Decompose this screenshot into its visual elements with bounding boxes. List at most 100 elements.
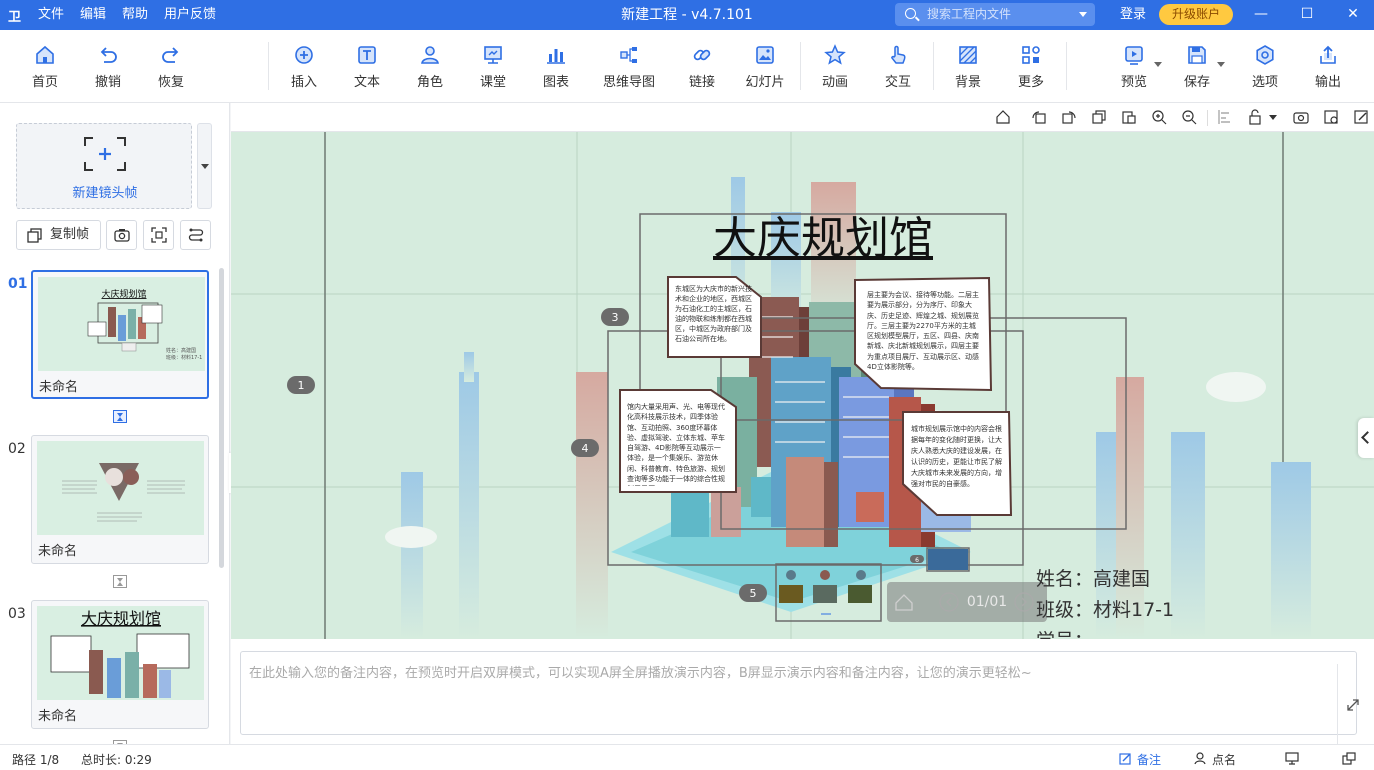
text-block-a[interactable]: 东城区为大庆市的新兴技术和企业的地区，西城区为石油化工的主城区，石油的物联和练制… — [675, 284, 753, 354]
screen-icon[interactable] — [1285, 752, 1299, 765]
student-class[interactable]: 班级：材料17-1 — [1036, 595, 1174, 622]
paste-icon[interactable] — [1121, 109, 1137, 125]
gear-icon — [1256, 45, 1274, 65]
dual-screen-icon[interactable] — [1342, 752, 1356, 765]
slide-canvas[interactable]: 1 3 4 5 6 大庆规划馆 东城区为大庆市的新兴技术和企业的地区，西城区为石… — [231, 132, 1374, 639]
background-button[interactable]: 背景 — [940, 44, 996, 90]
frame-label: 1 — [298, 379, 305, 392]
menu-edit[interactable]: 编辑 — [80, 0, 106, 30]
frame-label: 4 — [582, 442, 589, 455]
export-button[interactable]: 输出 — [1300, 44, 1356, 90]
rollcall-button[interactable]: 点名 — [1212, 751, 1236, 768]
slide-name: 未命名 — [38, 709, 78, 724]
zoom-in-icon[interactable] — [1151, 109, 1167, 125]
add-frame-icon — [84, 137, 126, 171]
toolbar-divider — [1207, 110, 1208, 126]
mindmap-button[interactable]: 思维导图 — [600, 44, 658, 90]
upgrade-button[interactable]: 升级账户 — [1159, 4, 1233, 25]
chevron-down-icon[interactable] — [1079, 12, 1087, 17]
mindmap-icon — [620, 47, 637, 63]
role-button[interactable]: 角色 — [402, 44, 458, 90]
transition-icon[interactable] — [113, 575, 127, 588]
student-name[interactable]: 姓名：高建国 — [1036, 564, 1150, 591]
edit-icon[interactable] — [1353, 109, 1369, 125]
canvas-toolbar — [231, 103, 1374, 132]
slide-name: 未命名 — [39, 380, 79, 395]
transition-icon[interactable] — [113, 410, 127, 423]
svg-text:大庆规划馆: 大庆规划馆 — [101, 288, 146, 300]
new-frame-dropdown[interactable] — [197, 123, 212, 209]
path-order-button[interactable] — [180, 220, 211, 250]
align-icon[interactable] — [1217, 109, 1233, 125]
expand-icon — [1347, 699, 1359, 711]
login-link[interactable]: 登录 — [1120, 0, 1146, 30]
fit-frame-button[interactable] — [143, 220, 174, 250]
minimize-icon[interactable]: — — [1238, 0, 1284, 30]
thumb-title: 大庆规划馆 — [81, 609, 161, 628]
text-block-b[interactable]: 层主要为会议、接待等功能。二层主要为展示部分，分为序厅、印象大庆、历史足迹、辉煌… — [867, 290, 979, 382]
new-frame-button[interactable]: 新建镜头帧 — [16, 123, 192, 209]
notes-toggle[interactable]: 备注 — [1137, 751, 1161, 768]
new-frame-label: 新建镜头帧 — [72, 186, 138, 201]
maximize-icon[interactable]: ☐ — [1284, 0, 1330, 30]
copy-icon[interactable] — [1091, 109, 1107, 125]
lock-dropdown-icon[interactable] — [1269, 115, 1277, 120]
link-icon — [693, 49, 711, 61]
text-icon — [358, 46, 376, 64]
path-indicator: 路径 1/8 — [12, 753, 60, 767]
toolbar-divider — [933, 42, 934, 90]
notes-expand-button[interactable] — [1337, 664, 1367, 748]
text-block-c[interactable]: 馆内大量采用声、光、电等现代化高科技展示技术，四季体验馆、互动拍照、360度环幕… — [627, 402, 727, 486]
copy-frame-button[interactable]: 复制帧 — [16, 220, 101, 250]
preview-dropdown-icon[interactable] — [1154, 62, 1162, 67]
collapse-right-panel-button[interactable] — [1358, 418, 1374, 458]
classroom-button[interactable]: 课堂 — [465, 44, 521, 90]
home-view-icon[interactable] — [995, 109, 1011, 125]
menu-feedback[interactable]: 用户反馈 — [164, 0, 216, 30]
search-input[interactable]: 搜索工程内文件 — [895, 3, 1095, 26]
play-icon — [1125, 46, 1143, 65]
more-button[interactable]: 更多 — [1003, 44, 1059, 90]
chart-button[interactable]: 图表 — [528, 44, 584, 90]
lock-icon[interactable] — [1247, 109, 1263, 125]
close-icon[interactable]: ✕ — [1330, 0, 1374, 30]
zoom-out-icon[interactable] — [1181, 109, 1197, 125]
slideshow-button[interactable]: 幻灯片 — [737, 44, 793, 90]
rotate-right-icon[interactable] — [1061, 109, 1077, 125]
slide-number: 02 — [8, 441, 26, 457]
toolbar-divider — [800, 42, 801, 90]
toolbar-divider — [268, 42, 269, 90]
slide-thumbnail-2[interactable]: 未命名 — [31, 435, 209, 564]
home-button[interactable]: 首页 — [17, 44, 73, 90]
interaction-button[interactable]: 交互 — [870, 44, 926, 90]
frame-label: 3 — [612, 311, 619, 324]
slide-title[interactable]: 大庆规划馆 — [640, 202, 1006, 266]
slide-sidebar: 新建镜头帧 复制帧 01 大庆规划馆 姓名：高建国 班级：材料17-1 未命名 … — [0, 103, 230, 744]
notes-input[interactable]: 在此处输入您的备注内容，在预览时开启双屏模式，可以实现A屏全屏播放演示内容，B屏… — [240, 651, 1359, 748]
redo-button[interactable]: 恢复 — [143, 44, 199, 90]
status-bar: 路径 1/8 总时长: 0:29 备注 点名 — [0, 744, 1374, 770]
toolbar-divider — [1066, 42, 1067, 90]
options-button[interactable]: 选项 — [1237, 44, 1293, 90]
text-button[interactable]: 文本 — [339, 40, 395, 90]
settings-icon[interactable] — [1323, 109, 1339, 125]
slide-thumbnail-1[interactable]: 大庆规划馆 姓名：高建国 班级：材料17-1 未命名 — [31, 270, 209, 399]
preview-button[interactable]: 预览 — [1106, 44, 1162, 90]
sidebar-scrollbar[interactable] — [219, 268, 224, 568]
rotate-left-icon[interactable] — [1031, 109, 1047, 125]
camera-icon[interactable] — [1293, 109, 1309, 125]
slide-thumbnail-3[interactable]: 大庆规划馆 未命名 — [31, 600, 209, 729]
menu-help[interactable]: 帮助 — [122, 0, 148, 30]
snapshot-button[interactable] — [106, 220, 137, 250]
insert-button[interactable]: 插入 — [276, 44, 332, 90]
redo-icon — [162, 47, 179, 63]
menu-file[interactable]: 文件 — [38, 0, 64, 30]
save-button[interactable]: 保存 — [1169, 44, 1225, 90]
save-dropdown-icon[interactable] — [1217, 62, 1225, 67]
student-id[interactable]: 学号： — [1036, 626, 1093, 639]
animation-button[interactable]: 动画 — [807, 44, 863, 90]
link-button[interactable]: 链接 — [674, 44, 730, 90]
svg-text:班级：材料17-1: 班级：材料17-1 — [166, 354, 202, 361]
undo-button[interactable]: 撤销 — [80, 44, 136, 90]
text-block-d[interactable]: 城市规划展示馆中的内容会根据每年的变化随时更换，让大庆人熟悉大庆的建设发展，在认… — [911, 424, 1005, 509]
